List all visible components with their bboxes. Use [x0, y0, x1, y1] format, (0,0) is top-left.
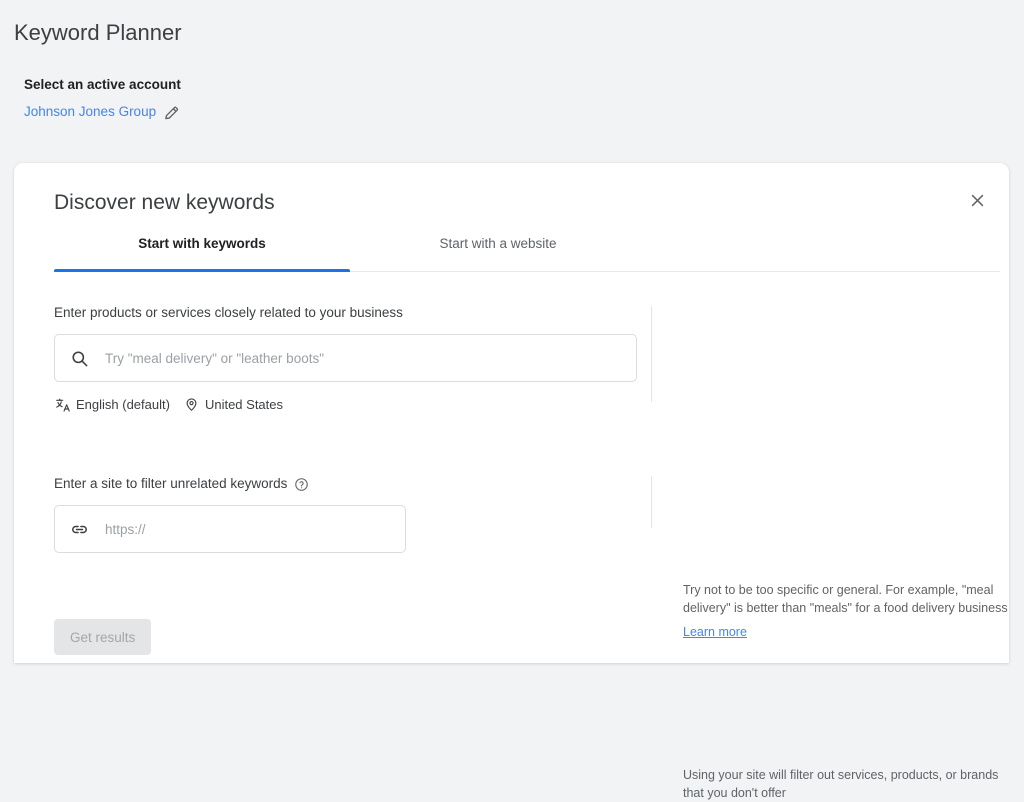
tab-strip: Start with keywords Start with a website [54, 235, 1009, 269]
site-input[interactable] [105, 521, 391, 537]
page-title: Keyword Planner [14, 20, 182, 45]
discover-keywords-card: Discover new keywords Start with keyword… [14, 163, 1009, 800]
get-results-button[interactable]: Get results [54, 619, 152, 655]
learn-more-link[interactable]: Learn more [683, 624, 747, 642]
close-icon[interactable] [962, 185, 992, 215]
tab-bar: Start with keywords Start with a website [14, 235, 1009, 272]
keywords-input-wrapper[interactable] [54, 334, 637, 382]
search-icon [69, 348, 89, 368]
location-selector[interactable]: United States [184, 396, 283, 413]
column-divider-bottom [651, 476, 652, 528]
language-value: English (default) [76, 397, 170, 412]
account-row: Johnson Jones Group [24, 103, 1024, 121]
pencil-icon[interactable] [163, 104, 180, 121]
site-helper-panel: Using your site will filter out services… [683, 767, 1013, 802]
column-divider-top [651, 306, 652, 402]
keywords-field-label: Enter products or services closely relat… [54, 304, 1009, 322]
site-helper-text: Using your site will filter out services… [683, 768, 999, 800]
site-input-wrapper[interactable] [54, 505, 406, 553]
language-selector[interactable]: English (default) [54, 396, 170, 413]
help-circle-icon[interactable] [293, 476, 309, 492]
tab-start-with-keywords[interactable]: Start with keywords [54, 235, 350, 269]
active-account-link[interactable]: Johnson Jones Group [24, 103, 156, 121]
site-field-label: Enter a site to filter unrelated keyword… [54, 475, 1009, 493]
site-filter-section: Enter a site to filter unrelated keyword… [54, 413, 1009, 553]
tab-start-with-website[interactable]: Start with a website [350, 235, 646, 269]
card-body: Enter products or services closely relat… [14, 272, 1009, 800]
keywords-helper-panel: Try not to be too specific or general. F… [683, 582, 1013, 642]
location-value: United States [204, 397, 283, 412]
location-pin-icon [184, 397, 200, 413]
account-section-label: Select an active account [24, 77, 181, 92]
card-header: Discover new keywords [14, 163, 1009, 217]
translate-icon [54, 396, 71, 413]
keywords-section: Enter products or services closely relat… [54, 272, 1009, 413]
link-icon [69, 519, 89, 539]
keywords-input[interactable] [105, 350, 622, 366]
page-header: Keyword Planner Select an active account… [0, 0, 1024, 121]
card-title: Discover new keywords [54, 191, 275, 214]
keywords-label-text: Enter products or services closely relat… [54, 305, 403, 320]
site-label-text: Enter a site to filter unrelated keyword… [54, 476, 288, 491]
keywords-helper-text: Try not to be too specific or general. F… [683, 583, 1008, 615]
account-selector: Select an active account Johnson Jones G… [14, 76, 1024, 121]
keywords-meta-row: English (default) United States [54, 396, 1009, 413]
